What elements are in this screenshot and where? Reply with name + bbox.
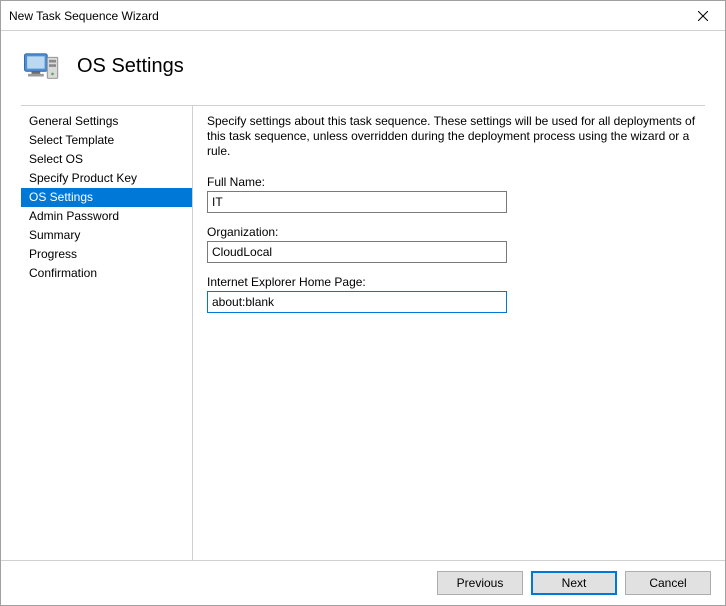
wizard-steps: General Settings Select Template Select … xyxy=(21,105,193,560)
next-button[interactable]: Next xyxy=(531,571,617,595)
step-summary[interactable]: Summary xyxy=(21,226,192,245)
window-title: New Task Sequence Wizard xyxy=(9,9,683,23)
organization-input[interactable] xyxy=(207,241,507,263)
fullname-label: Full Name: xyxy=(207,175,697,189)
step-specify-product-key[interactable]: Specify Product Key xyxy=(21,169,192,188)
step-admin-password[interactable]: Admin Password xyxy=(21,207,192,226)
homepage-label: Internet Explorer Home Page: xyxy=(207,275,697,289)
page-title: OS Settings xyxy=(77,55,184,78)
previous-button[interactable]: Previous xyxy=(437,571,523,595)
step-general-settings[interactable]: General Settings xyxy=(21,112,192,131)
organization-label: Organization: xyxy=(207,225,697,239)
step-os-settings[interactable]: OS Settings xyxy=(21,188,192,207)
title-bar: New Task Sequence Wizard xyxy=(1,1,725,31)
step-select-os[interactable]: Select OS xyxy=(21,150,192,169)
step-progress[interactable]: Progress xyxy=(21,245,192,264)
wizard-header: OS Settings xyxy=(1,31,725,105)
close-icon xyxy=(698,11,708,21)
computer-icon xyxy=(21,45,63,87)
step-confirmation[interactable]: Confirmation xyxy=(21,264,192,283)
step-select-template[interactable]: Select Template xyxy=(21,131,192,150)
cancel-button[interactable]: Cancel xyxy=(625,571,711,595)
fullname-group: Full Name: xyxy=(207,175,697,213)
wizard-footer: Previous Next Cancel xyxy=(1,560,725,605)
homepage-input[interactable] xyxy=(207,291,507,313)
close-button[interactable] xyxy=(683,2,723,30)
fullname-input[interactable] xyxy=(207,191,507,213)
page-description: Specify settings about this task sequenc… xyxy=(207,114,697,159)
organization-group: Organization: xyxy=(207,225,697,263)
wizard-content: General Settings Select Template Select … xyxy=(1,105,725,560)
main-panel: Specify settings about this task sequenc… xyxy=(193,105,705,560)
homepage-group: Internet Explorer Home Page: xyxy=(207,275,697,313)
